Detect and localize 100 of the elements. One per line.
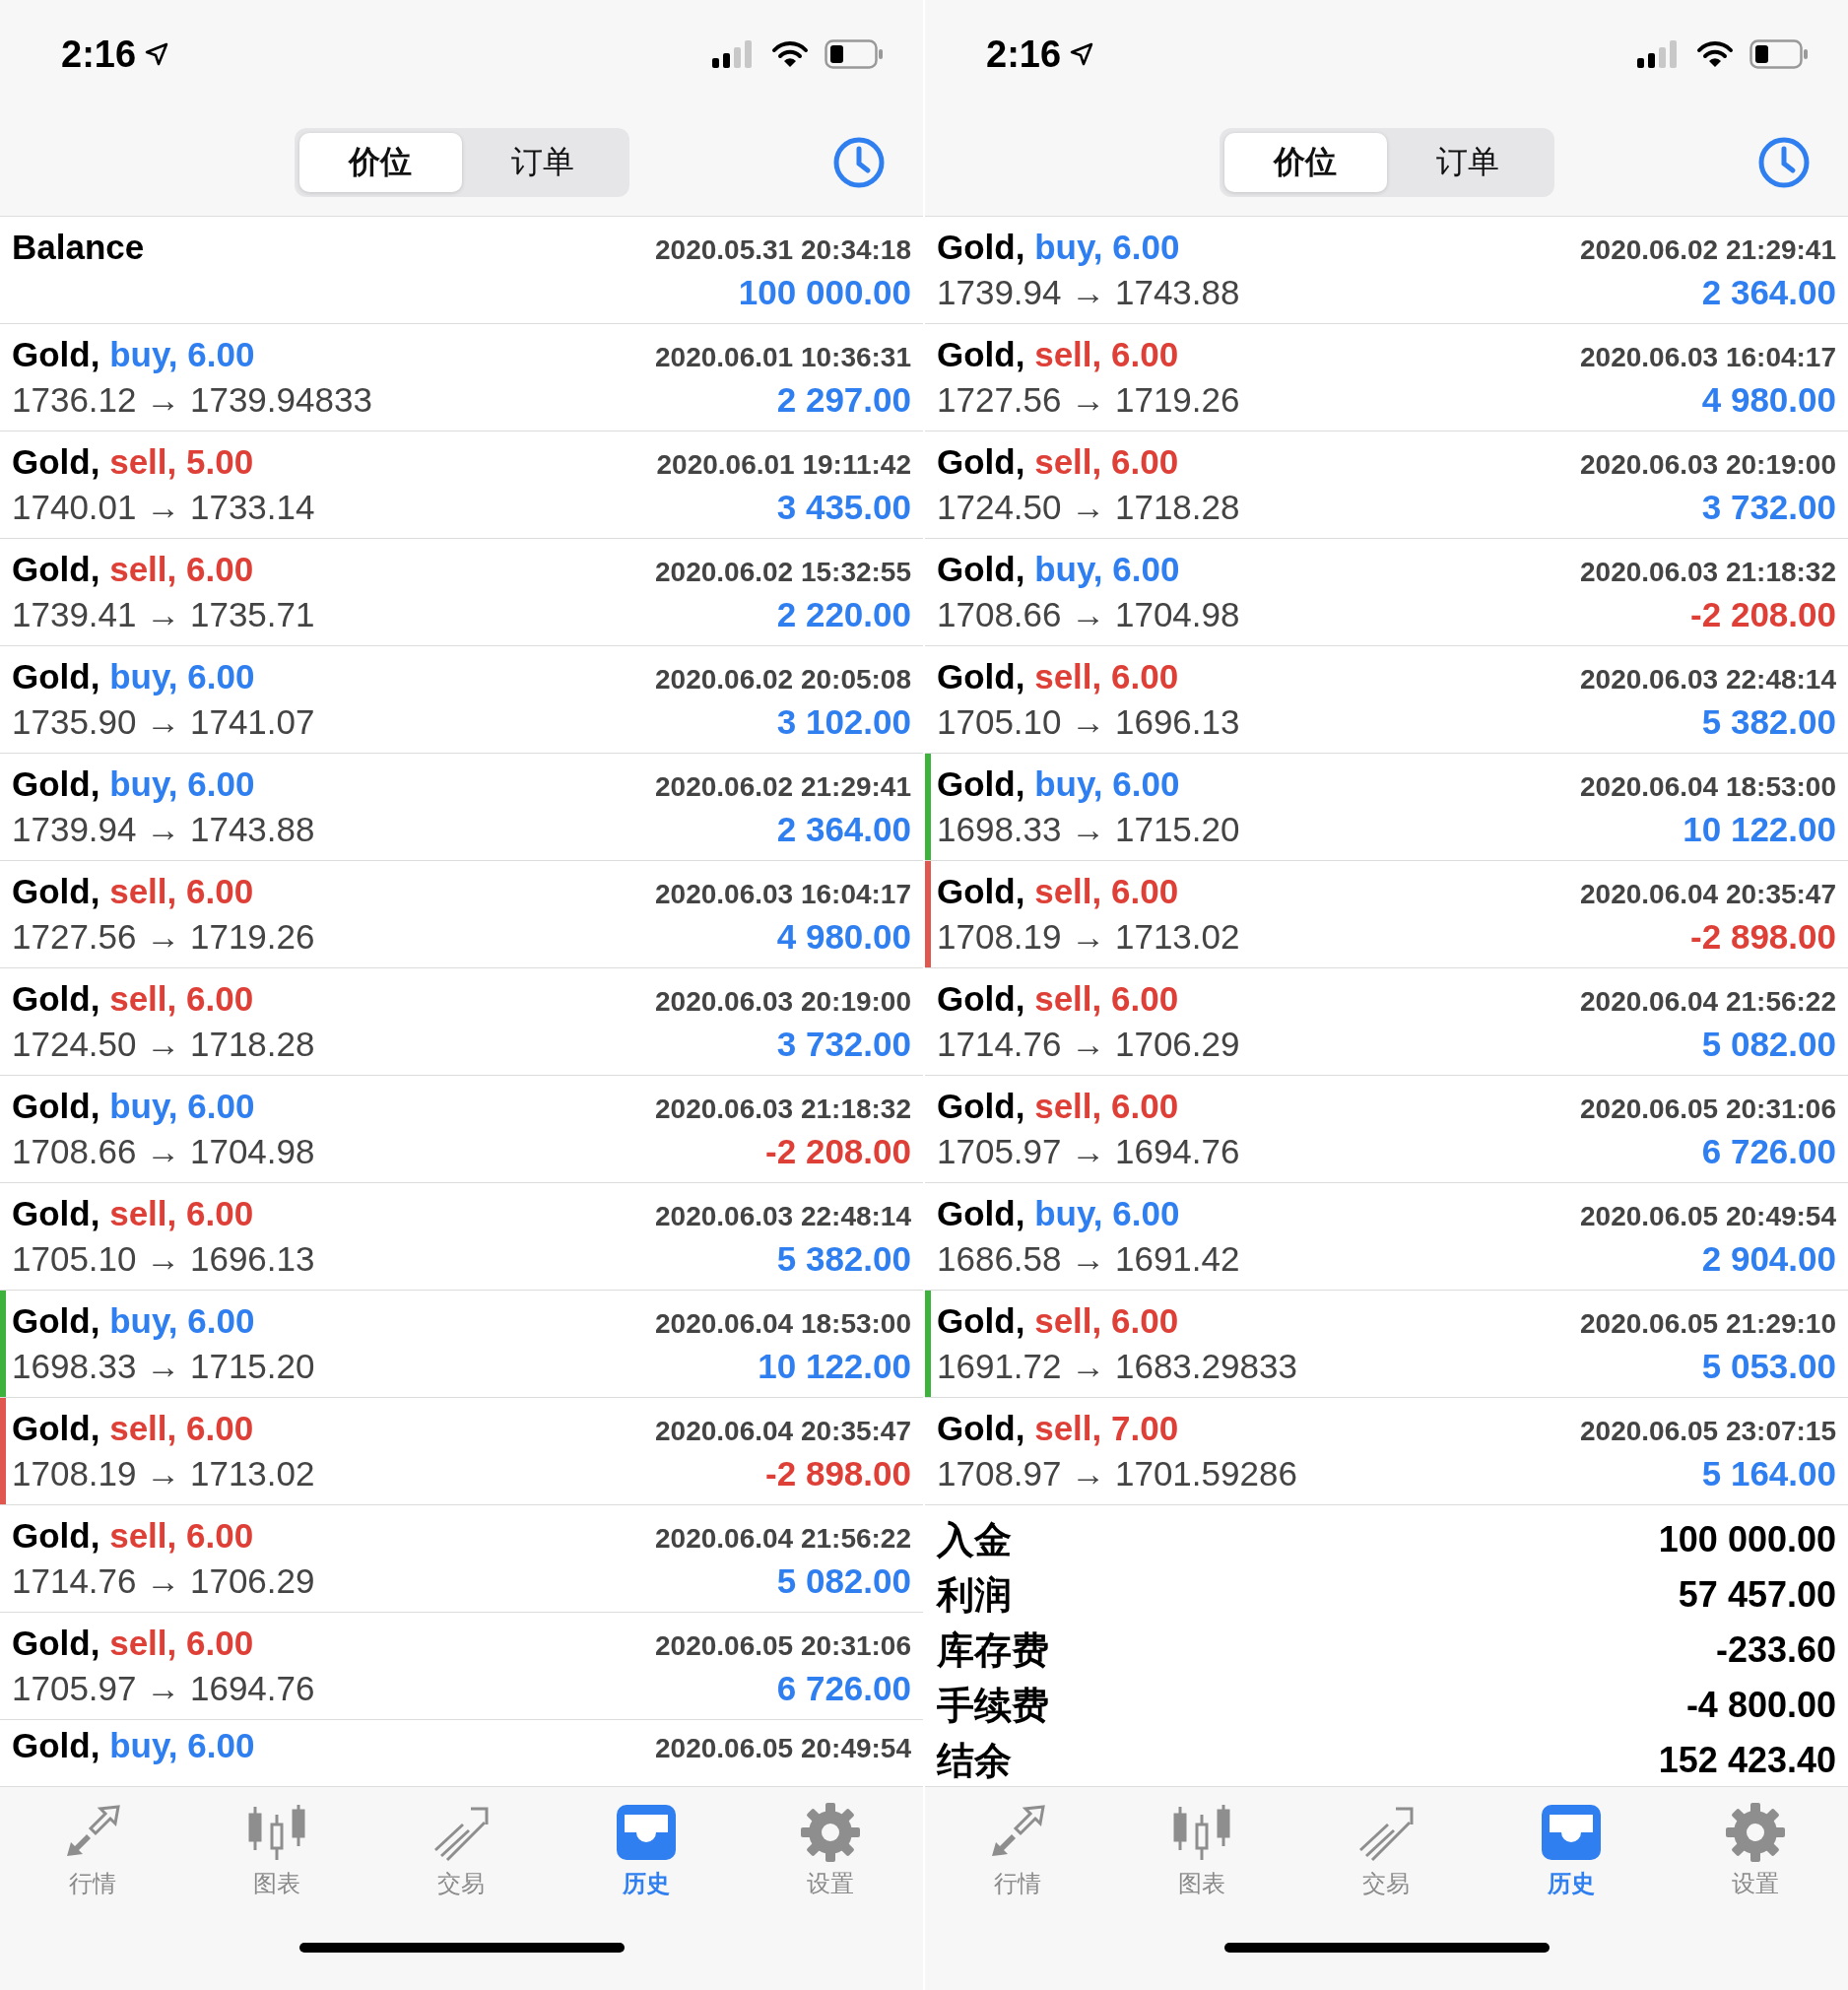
trade-prices: 1739.94 → 1743.88 (937, 273, 1240, 312)
trade-prices: 1724.50 → 1718.28 (12, 1025, 315, 1064)
trade-title: Gold, sell, 6.00 (12, 979, 254, 1019)
wifi-icon (1696, 40, 1734, 68)
trade-time: 2020.06.03 20:19:00 (655, 986, 911, 1018)
trade-profit: 2 220.00 (776, 595, 911, 634)
tab-bar-item[interactable]: 行情 (957, 1801, 1077, 1899)
trade-time: 2020.06.03 16:04:17 (1580, 342, 1836, 373)
history-button[interactable] (1757, 136, 1811, 189)
trade-prices: 1686.58 → 1691.42 (937, 1239, 1240, 1279)
trade-title: Gold, buy, 6.00 (937, 550, 1180, 589)
trade-title: Gold, buy, 6.00 (12, 657, 255, 696)
trade-profit: 3 102.00 (776, 702, 911, 742)
trade-title: Gold, buy, 6.00 (937, 1194, 1180, 1233)
trade-time: 2020.05.31 20:34:18 (655, 234, 911, 266)
trade-prices: 1698.33 → 1715.20 (937, 810, 1240, 849)
trade-time: 2020.06.02 15:32:55 (655, 557, 911, 588)
trade-title: Gold, sell, 6.00 (937, 872, 1179, 911)
trade-time: 2020.06.05 20:31:06 (655, 1630, 911, 1662)
trade-profit: 3 732.00 (1701, 488, 1836, 527)
trade-time: 2020.06.02 21:29:41 (655, 771, 911, 803)
tab-bar-item[interactable]: 行情 (33, 1801, 152, 1899)
trade-prices: 1708.66 → 1704.98 (937, 595, 1240, 634)
summary-label: 手续费 (937, 1683, 1049, 1728)
trade-prices: 1708.66 → 1704.98 (12, 1132, 315, 1171)
trade-prices: 1724.50 → 1718.28 (937, 488, 1240, 527)
summary-label: 库存费 (937, 1627, 1049, 1673)
summary-value: 152 423.40 (1658, 1740, 1836, 1781)
trade-profit: 5 164.00 (1701, 1454, 1836, 1493)
trade-title: Gold, sell, 6.00 (12, 550, 254, 589)
wifi-icon (771, 40, 809, 68)
segment-tab[interactable]: 订单 (461, 132, 625, 192)
history-button[interactable] (832, 136, 886, 189)
trade-title: Gold, buy, 6.00 (12, 1087, 255, 1126)
trade-time: 2020.06.05 20:49:54 (1580, 1201, 1836, 1232)
segment-tab[interactable]: 订单 (1386, 132, 1550, 192)
trade-title: Gold, sell, 6.00 (12, 872, 254, 911)
trade-title: Gold, sell, 5.00 (12, 442, 254, 482)
tab-bar-item[interactable]: 图表 (218, 1801, 337, 1899)
trade-title: Gold, buy, 6.00 (12, 1726, 255, 1765)
trade-time: 2020.06.04 21:56:22 (655, 1523, 911, 1555)
trade-time: 2020.06.03 21:18:32 (655, 1094, 911, 1125)
tab-bar-item[interactable]: 交易 (1327, 1801, 1446, 1899)
tab-bar-item[interactable]: 图表 (1143, 1801, 1262, 1899)
settings-icon (1724, 1801, 1788, 1864)
trade-profit: -2 898.00 (765, 1454, 911, 1493)
trade-profit: 5 382.00 (1701, 702, 1836, 742)
tab-bar-item[interactable]: 交易 (402, 1801, 521, 1899)
trade-profit: 4 980.00 (776, 917, 911, 957)
trade-time: 2020.06.01 10:36:31 (655, 342, 911, 373)
clock-icon (832, 136, 886, 189)
trade-time: 2020.06.03 22:48:14 (655, 1201, 911, 1232)
trade-title: Gold, buy, 6.00 (12, 335, 255, 374)
segment-tab[interactable]: 价位 (1223, 132, 1387, 192)
summary-label: 入金 (937, 1517, 1012, 1562)
summary-label: 结余 (937, 1738, 1012, 1783)
trade-prices: 1714.76 → 1706.29 (12, 1561, 315, 1601)
trade-time: 2020.06.03 22:48:14 (1580, 664, 1836, 696)
tab-bar-item[interactable]: 历史 (586, 1801, 705, 1899)
trade-title: Gold, sell, 6.00 (12, 1194, 254, 1233)
trade-time: 2020.06.05 20:49:54 (655, 1733, 911, 1764)
battery-icon (825, 39, 884, 69)
status-time: 2:16 (986, 33, 1095, 76)
trade-prices: 1705.10 → 1696.13 (12, 1239, 315, 1279)
trade-prices: 1691.72 → 1683.29833 (937, 1347, 1297, 1386)
tab-bar-item[interactable]: 历史 (1511, 1801, 1630, 1899)
trade-profit: 3 732.00 (776, 1025, 911, 1064)
trade-time: 2020.06.04 18:53:00 (1580, 771, 1836, 803)
trade-profit: 5 082.00 (776, 1561, 911, 1601)
trade-title: Gold, sell, 6.00 (937, 979, 1179, 1019)
trade-title: Gold, sell, 6.00 (937, 1087, 1179, 1126)
trade-prices: 1727.56 → 1719.26 (937, 380, 1240, 420)
trade-profit: 6 726.00 (1701, 1132, 1836, 1171)
trade-prices: 1705.10 → 1696.13 (937, 702, 1240, 742)
trade-profit: 2 364.00 (776, 810, 911, 849)
trade-prices: 1739.94 → 1743.88 (12, 810, 315, 849)
trade-title: Gold, buy, 6.00 (12, 764, 255, 804)
location-arrow-icon (1069, 41, 1095, 67)
trade-prices: 1727.56 → 1719.26 (12, 917, 315, 957)
trade-time: 2020.06.02 21:29:41 (1580, 234, 1836, 266)
trade-title: Gold, sell, 6.00 (937, 442, 1179, 482)
trade-profit: -2 208.00 (1690, 595, 1836, 634)
summary-label: 利润 (937, 1572, 1012, 1618)
trade-time: 2020.06.03 16:04:17 (655, 879, 911, 910)
tab-bar-item[interactable]: 设置 (1696, 1801, 1815, 1899)
trade-title: Gold, sell, 6.00 (12, 1624, 254, 1663)
trade-profit: 5 382.00 (776, 1239, 911, 1279)
summary-value: -233.60 (1715, 1629, 1836, 1671)
trade-profit: 5 082.00 (1701, 1025, 1836, 1064)
trade-title: Gold, sell, 6.00 (937, 335, 1179, 374)
status-time: 2:16 (61, 33, 170, 76)
trade-time: 2020.06.05 23:07:15 (1580, 1416, 1836, 1447)
segment-tab[interactable]: 价位 (298, 132, 462, 192)
trade-prices: 1708.19 → 1713.02 (12, 1454, 315, 1493)
trade-profit: 10 122.00 (1683, 810, 1836, 849)
trade-time: 2020.06.03 20:19:00 (1580, 449, 1836, 481)
tab-bar-item[interactable]: 设置 (771, 1801, 891, 1899)
trade-title: Gold, sell, 6.00 (937, 657, 1179, 696)
balance-amount: 100 000.00 (738, 273, 911, 312)
trade-title: Gold, sell, 6.00 (12, 1409, 254, 1448)
